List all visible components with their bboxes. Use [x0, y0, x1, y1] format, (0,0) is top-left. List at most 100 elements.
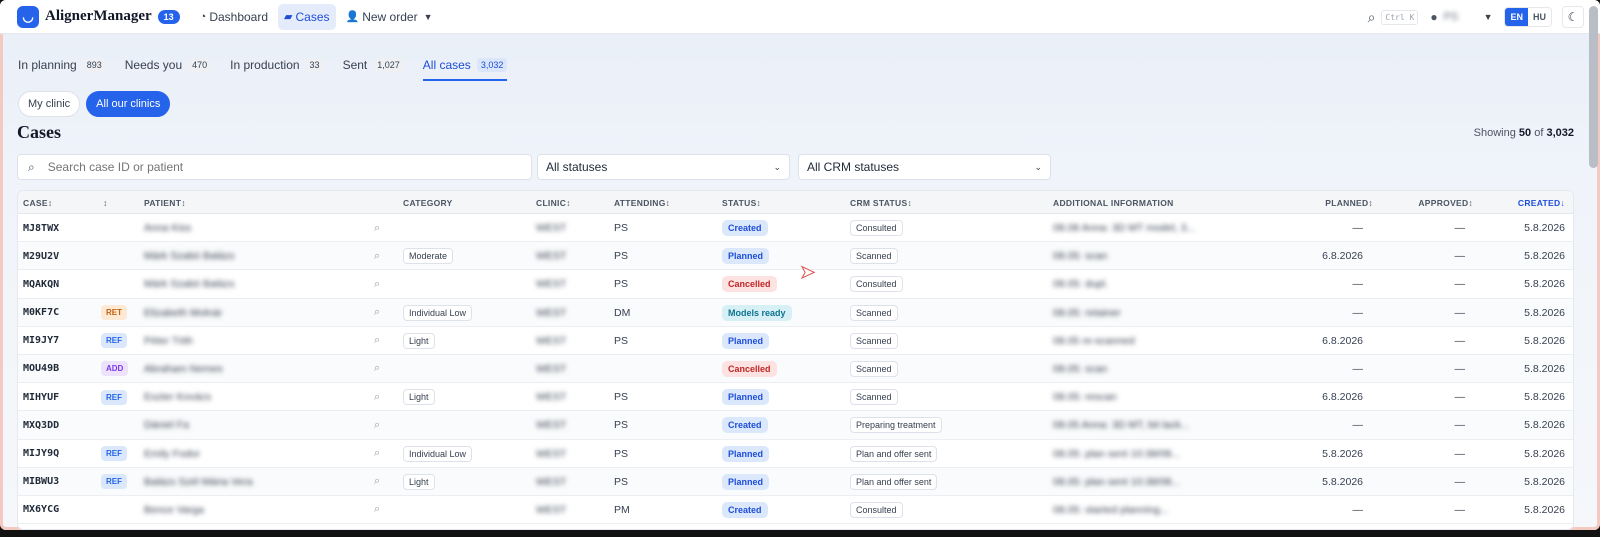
col-crm-status[interactable]: CRM STATUS↕: [850, 198, 912, 208]
nav-cases-label: Cases: [295, 9, 330, 24]
nav-dashboard-label: Dashboard: [209, 9, 269, 24]
search-patient-icon[interactable]: ⌕: [374, 278, 380, 291]
search-patient-icon[interactable]: ⌕: [374, 419, 380, 432]
table-row[interactable]: MX6YCG Bence Varga ⌕ WEST PM Created Consulted…: [18, 496, 1573, 525]
category-badge: Light: [403, 332, 435, 349]
search-patient-icon[interactable]: ⌕: [374, 362, 380, 375]
col-attending[interactable]: ATTENDING↕: [614, 198, 670, 208]
approved-date: —: [1454, 503, 1466, 516]
table-row[interactable]: MIBWU3 REF Balázs Szél Mária Vera ⌕ Light WES…: [18, 467, 1573, 496]
showing-count: 50: [1518, 127, 1532, 139]
case-id[interactable]: MIHYUF: [23, 383, 59, 411]
patient-name[interactable]: Elizabeth Molnár: [144, 299, 222, 327]
case-id[interactable]: MIBWU3: [23, 468, 59, 496]
search-icon: ⌕: [28, 159, 35, 174]
search-icon[interactable]: ⌕: [1368, 9, 1376, 26]
case-id[interactable]: MIJY9Q: [23, 440, 59, 468]
category-badge: Moderate: [403, 248, 454, 265]
user-icon[interactable]: ●: [1430, 10, 1437, 24]
col-created[interactable]: CREATED↓: [1518, 198, 1565, 208]
col-planned[interactable]: PLANNED↕: [1325, 198, 1373, 208]
patient-name[interactable]: Bence Varga: [144, 496, 204, 524]
case-id[interactable]: MXQ3DD: [23, 411, 59, 439]
case-id[interactable]: MOU49B: [23, 355, 59, 383]
case-id[interactable]: M29U2V: [23, 242, 59, 270]
user-name[interactable]: PS: [1444, 11, 1470, 23]
search-patient-icon[interactable]: ⌕: [374, 334, 380, 347]
table-row[interactable]: MI9JY7 REF Péter Tóth ⌕ Light WEST PS Planned Sc…: [18, 327, 1573, 355]
col-status[interactable]: STATUS↕: [722, 198, 761, 208]
nav-cases[interactable]: ▰ Cases: [278, 3, 336, 30]
search-patient-icon[interactable]: ⌕: [374, 222, 380, 235]
table-row[interactable]: MJ8TWX Anna Kiss ⌕ WEST PS Created Consulted 08…: [18, 214, 1573, 243]
tab-all-cases[interactable]: All cases 3,032: [422, 53, 508, 81]
crm-status-badge: Scanned: [850, 248, 898, 265]
additional-info: 08.05: plan sent 10:38/08...: [1053, 447, 1181, 460]
table-row[interactable]: MXQ3DD Dániel Fa ⌕ WEST PS Created Preparing t…: [18, 411, 1573, 440]
additional-info: 08.05: dupl.: [1053, 278, 1108, 291]
nav-new-order[interactable]: 👤 New order ▼: [340, 4, 439, 30]
patient-name[interactable]: Eszter Kovács: [144, 383, 211, 411]
nav-dashboard[interactable]: ◔ Dashboard: [194, 4, 274, 30]
patient-name[interactable]: Anna Kiss: [144, 214, 191, 242]
created-date: 5.8.2026: [1524, 503, 1565, 516]
table-row[interactable]: MIJY9Q REF Emily Fodor ⌕ Individual Low WEST P…: [18, 440, 1573, 468]
status-badge: Created: [722, 501, 768, 518]
case-id[interactable]: MX6YCG: [23, 496, 59, 524]
tab-in-production[interactable]: In production 33: [230, 53, 324, 77]
search-patient-icon[interactable]: ⌕: [374, 306, 380, 319]
tab-sent[interactable]: Sent 1,027: [343, 53, 404, 77]
category-badge: Light: [403, 473, 435, 490]
approved-date: —: [1454, 475, 1466, 488]
table-row[interactable]: MOU49B ADD Abraham Nemes ⌕ WEST Cancelled Scan…: [18, 354, 1573, 384]
nav-new-order-label: New order: [362, 9, 418, 24]
lang-hu[interactable]: HU: [1528, 8, 1551, 26]
tab-needs-you[interactable]: Needs you 470: [125, 53, 212, 77]
case-id[interactable]: MJ8TWX: [23, 214, 59, 242]
language-switcher: EN HU: [1504, 7, 1552, 27]
crm-status-filter[interactable]: All CRM statuses ⌄: [798, 154, 1051, 180]
table-row[interactable]: MQAKQN Márk Szabó Balázs ⌕ WEST PS Cancelled C…: [18, 270, 1573, 299]
search-patient-icon[interactable]: ⌕: [374, 250, 380, 263]
patient-name[interactable]: Márk Szabó Balázs: [144, 270, 234, 298]
page-scrollbar[interactable]: [1589, 6, 1598, 168]
col-clinic[interactable]: CLINIC↕: [536, 198, 571, 208]
patient-name[interactable]: Emily Fodor: [144, 440, 200, 468]
case-id[interactable]: MI9JY7: [23, 327, 59, 355]
brand[interactable]: ◡ AlignerManager 13: [17, 5, 180, 28]
table-row[interactable]: MIHYUF REF Eszter Kovács ⌕ Light WEST PS Planne…: [18, 383, 1573, 412]
search-patient-icon[interactable]: ⌕: [374, 503, 380, 516]
tab-count: 893: [82, 58, 106, 72]
patient-name[interactable]: Márk Szabó Balázs: [144, 242, 234, 270]
table-row[interactable]: M0KF7C RET Elizabeth Molnár ⌕ Individual Low…: [18, 298, 1573, 327]
case-id[interactable]: M0KF7C: [23, 299, 59, 327]
status-filter[interactable]: All statuses ⌄: [537, 154, 790, 180]
col-patient[interactable]: PATIENT↕: [144, 198, 186, 208]
search-input[interactable]: [47, 160, 478, 174]
case-type-badge: REF: [101, 446, 127, 461]
all-clinics-button[interactable]: All our clinics: [86, 91, 171, 117]
col-approved[interactable]: APPROVED↕: [1418, 198, 1473, 208]
patient-name[interactable]: Balázs Szél Mária Vera: [144, 468, 253, 496]
search-patient-icon[interactable]: ⌕: [374, 391, 380, 404]
clinic-name: WEST: [536, 503, 567, 516]
attending-initials: PS: [614, 222, 629, 234]
status-badge: Created: [722, 220, 768, 236]
tab-in-planning[interactable]: In planning 893: [18, 53, 106, 77]
attending-initials: PS: [614, 447, 629, 460]
created-date: 5.8.2026: [1524, 362, 1565, 375]
col-case[interactable]: CASE↕: [23, 198, 52, 208]
case-search: ⌕: [17, 154, 532, 180]
lang-en[interactable]: EN: [1505, 8, 1528, 26]
col-tag-sort[interactable]: ↕: [103, 198, 108, 208]
search-patient-icon[interactable]: ⌕: [374, 475, 380, 488]
patient-name[interactable]: Dániel Fa: [144, 411, 189, 439]
search-patient-icon[interactable]: ⌕: [374, 447, 380, 460]
theme-toggle-moon-icon[interactable]: ☾: [1562, 6, 1584, 28]
case-id[interactable]: MQAKQN: [23, 270, 59, 298]
patient-name[interactable]: Péter Tóth: [144, 327, 193, 355]
table-row[interactable]: M29U2V Márk Szabó Balázs ⌕ Moderate WEST PS Pl…: [18, 242, 1573, 271]
my-clinic-button[interactable]: My clinic: [18, 91, 81, 117]
patient-name[interactable]: Abraham Nemes: [144, 355, 223, 383]
user-menu-chevron-icon[interactable]: ▼: [1484, 12, 1493, 22]
